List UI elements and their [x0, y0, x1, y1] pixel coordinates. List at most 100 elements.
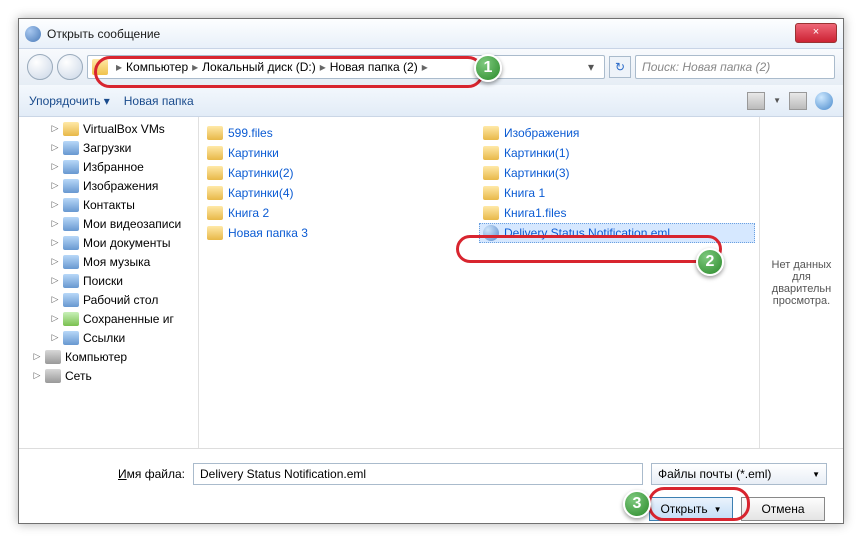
tree-item[interactable]: ▷Контакты: [19, 195, 198, 214]
tree-item[interactable]: ▷ Избранное: [19, 157, 198, 176]
expand-icon[interactable]: ▷: [33, 370, 41, 381]
filetype-combo[interactable]: Файлы почты (*.eml)▼: [651, 463, 827, 485]
breadcrumb-item[interactable]: Компьютер: [126, 60, 188, 74]
preview-pane: Нет данных для дварительн просмотра.: [759, 117, 843, 448]
tree-label: Поиски: [83, 274, 123, 288]
folder-icon: [63, 331, 79, 345]
chevron-right-icon: ▸: [192, 60, 198, 74]
breadcrumb-item[interactable]: Локальный диск (D:): [202, 60, 316, 74]
file-label[interactable]: Новая папка 3: [228, 226, 308, 240]
expand-icon[interactable]: ▷: [51, 313, 59, 324]
toolbar: Упорядочить ▾ Новая папка ▼: [19, 85, 843, 117]
expand-icon[interactable]: ▷: [33, 351, 41, 362]
file-item[interactable]: Картинки(3): [479, 163, 755, 183]
breadcrumb-item[interactable]: Новая папка (2): [330, 60, 418, 74]
file-item[interactable]: Книга 2: [203, 203, 479, 223]
tree-item[interactable]: ▷Сеть: [19, 366, 198, 385]
file-label[interactable]: Delivery Status Notification.eml: [504, 226, 670, 240]
thunderbird-icon: [25, 26, 41, 42]
file-label[interactable]: Книга 1: [504, 186, 545, 200]
file-label[interactable]: Картинки(4): [228, 186, 294, 200]
expand-icon[interactable]: ▷: [51, 275, 59, 286]
file-item-selected[interactable]: Delivery Status Notification.eml: [479, 223, 755, 243]
folder-icon: [45, 369, 61, 383]
new-folder-button[interactable]: Новая папка: [124, 94, 194, 108]
tree-item[interactable]: ▷ Поиски: [19, 271, 198, 290]
tree-label: Избранное: [83, 160, 144, 174]
tree-label: Сохраненные иг: [83, 312, 174, 326]
folder-icon: [207, 146, 223, 160]
file-label[interactable]: Книга 2: [228, 206, 269, 220]
folder-icon: [63, 312, 79, 326]
expand-icon[interactable]: ▷: [51, 218, 59, 229]
folder-icon: [63, 293, 79, 307]
tree-item[interactable]: ▷Изображения: [19, 176, 198, 195]
tree-item[interactable]: ▷Мои документы: [19, 233, 198, 252]
expand-icon[interactable]: ▷: [51, 237, 59, 248]
tree-label: Мои видеозаписи: [83, 217, 181, 231]
file-label[interactable]: Книга1.files: [504, 206, 566, 220]
refresh-button[interactable]: ↻: [609, 56, 631, 78]
file-item[interactable]: Книга1.files: [479, 203, 755, 223]
chevron-right-icon: ▸: [116, 60, 122, 74]
tree-item[interactable]: ▷ Сохраненные иг: [19, 309, 198, 328]
folder-icon: [63, 122, 79, 136]
file-item[interactable]: Картинки(4): [203, 183, 479, 203]
search-input[interactable]: Поиск: Новая папка (2): [635, 55, 835, 79]
file-item[interactable]: Картинки: [203, 143, 479, 163]
tree-item[interactable]: ▷ Компьютер: [19, 347, 198, 366]
preview-pane-icon[interactable]: [789, 92, 807, 110]
sidebar: ▷VirtualBox VMs▷Загрузки▷Избранное▷Изобр…: [19, 117, 199, 448]
tree-item[interactable]: ▷Моя музыка: [19, 252, 198, 271]
back-button[interactable]: [27, 54, 53, 80]
cancel-button[interactable]: Отмена: [741, 497, 825, 521]
open-button[interactable]: Открыть▼: [649, 497, 733, 521]
file-label[interactable]: Картинки: [228, 146, 279, 160]
expand-icon[interactable]: ▷: [51, 180, 59, 191]
file-item[interactable]: Новая папка 3: [203, 223, 479, 243]
file-label[interactable]: Картинки(2): [228, 166, 294, 180]
tree-item[interactable]: ▷VirtualBox VMs: [19, 119, 198, 138]
folder-icon: [63, 198, 79, 212]
expand-icon[interactable]: ▷: [51, 199, 59, 210]
expand-icon[interactable]: ▷: [51, 123, 59, 134]
folder-icon: [63, 217, 79, 231]
expand-icon[interactable]: ▷: [51, 142, 59, 153]
chevron-down-icon: ▼: [812, 470, 820, 479]
folder-icon: [63, 255, 79, 269]
file-label[interactable]: 599.files: [228, 126, 273, 140]
close-button[interactable]: ×: [795, 23, 837, 43]
file-label[interactable]: Изображения: [504, 126, 579, 140]
file-item[interactable]: Картинки(1): [479, 143, 755, 163]
folder-icon: [483, 166, 499, 180]
tree-item[interactable]: ▷Ссылки: [19, 328, 198, 347]
folder-icon: [63, 236, 79, 250]
file-item[interactable]: Картинки(2): [203, 163, 479, 183]
tree-item[interactable]: ▷Загрузки: [19, 138, 198, 157]
tree-label: Компьютер: [65, 350, 127, 364]
organize-menu[interactable]: Упорядочить ▾: [29, 94, 110, 108]
expand-icon[interactable]: ▷: [51, 256, 59, 267]
file-item[interactable]: Изображения: [479, 123, 755, 143]
titlebar: Открыть сообщение ×: [19, 19, 843, 49]
expand-icon[interactable]: ▷: [51, 294, 59, 305]
file-item[interactable]: Книга 1: [479, 183, 755, 203]
forward-button[interactable]: [57, 54, 83, 80]
folder-icon: [63, 179, 79, 193]
folder-icon: [483, 206, 499, 220]
expand-icon[interactable]: ▷: [51, 161, 59, 172]
filename-input[interactable]: [193, 463, 643, 485]
folder-icon: [207, 206, 223, 220]
tree-item[interactable]: ▷ Мои видеозаписи: [19, 214, 198, 233]
chevron-down-icon[interactable]: ▾: [582, 60, 600, 74]
view-mode-icon[interactable]: [747, 92, 765, 110]
file-label[interactable]: Картинки(1): [504, 146, 570, 160]
file-label[interactable]: Картинки(3): [504, 166, 570, 180]
chevron-down-icon[interactable]: ▼: [773, 96, 781, 105]
help-icon[interactable]: [815, 92, 833, 110]
breadcrumb[interactable]: ▸ Компьютер ▸ Локальный диск (D:) ▸ Нова…: [87, 55, 605, 79]
file-item[interactable]: 599.files: [203, 123, 479, 143]
folder-icon: [45, 350, 61, 364]
tree-item[interactable]: ▷Рабочий стол: [19, 290, 198, 309]
expand-icon[interactable]: ▷: [51, 332, 59, 343]
